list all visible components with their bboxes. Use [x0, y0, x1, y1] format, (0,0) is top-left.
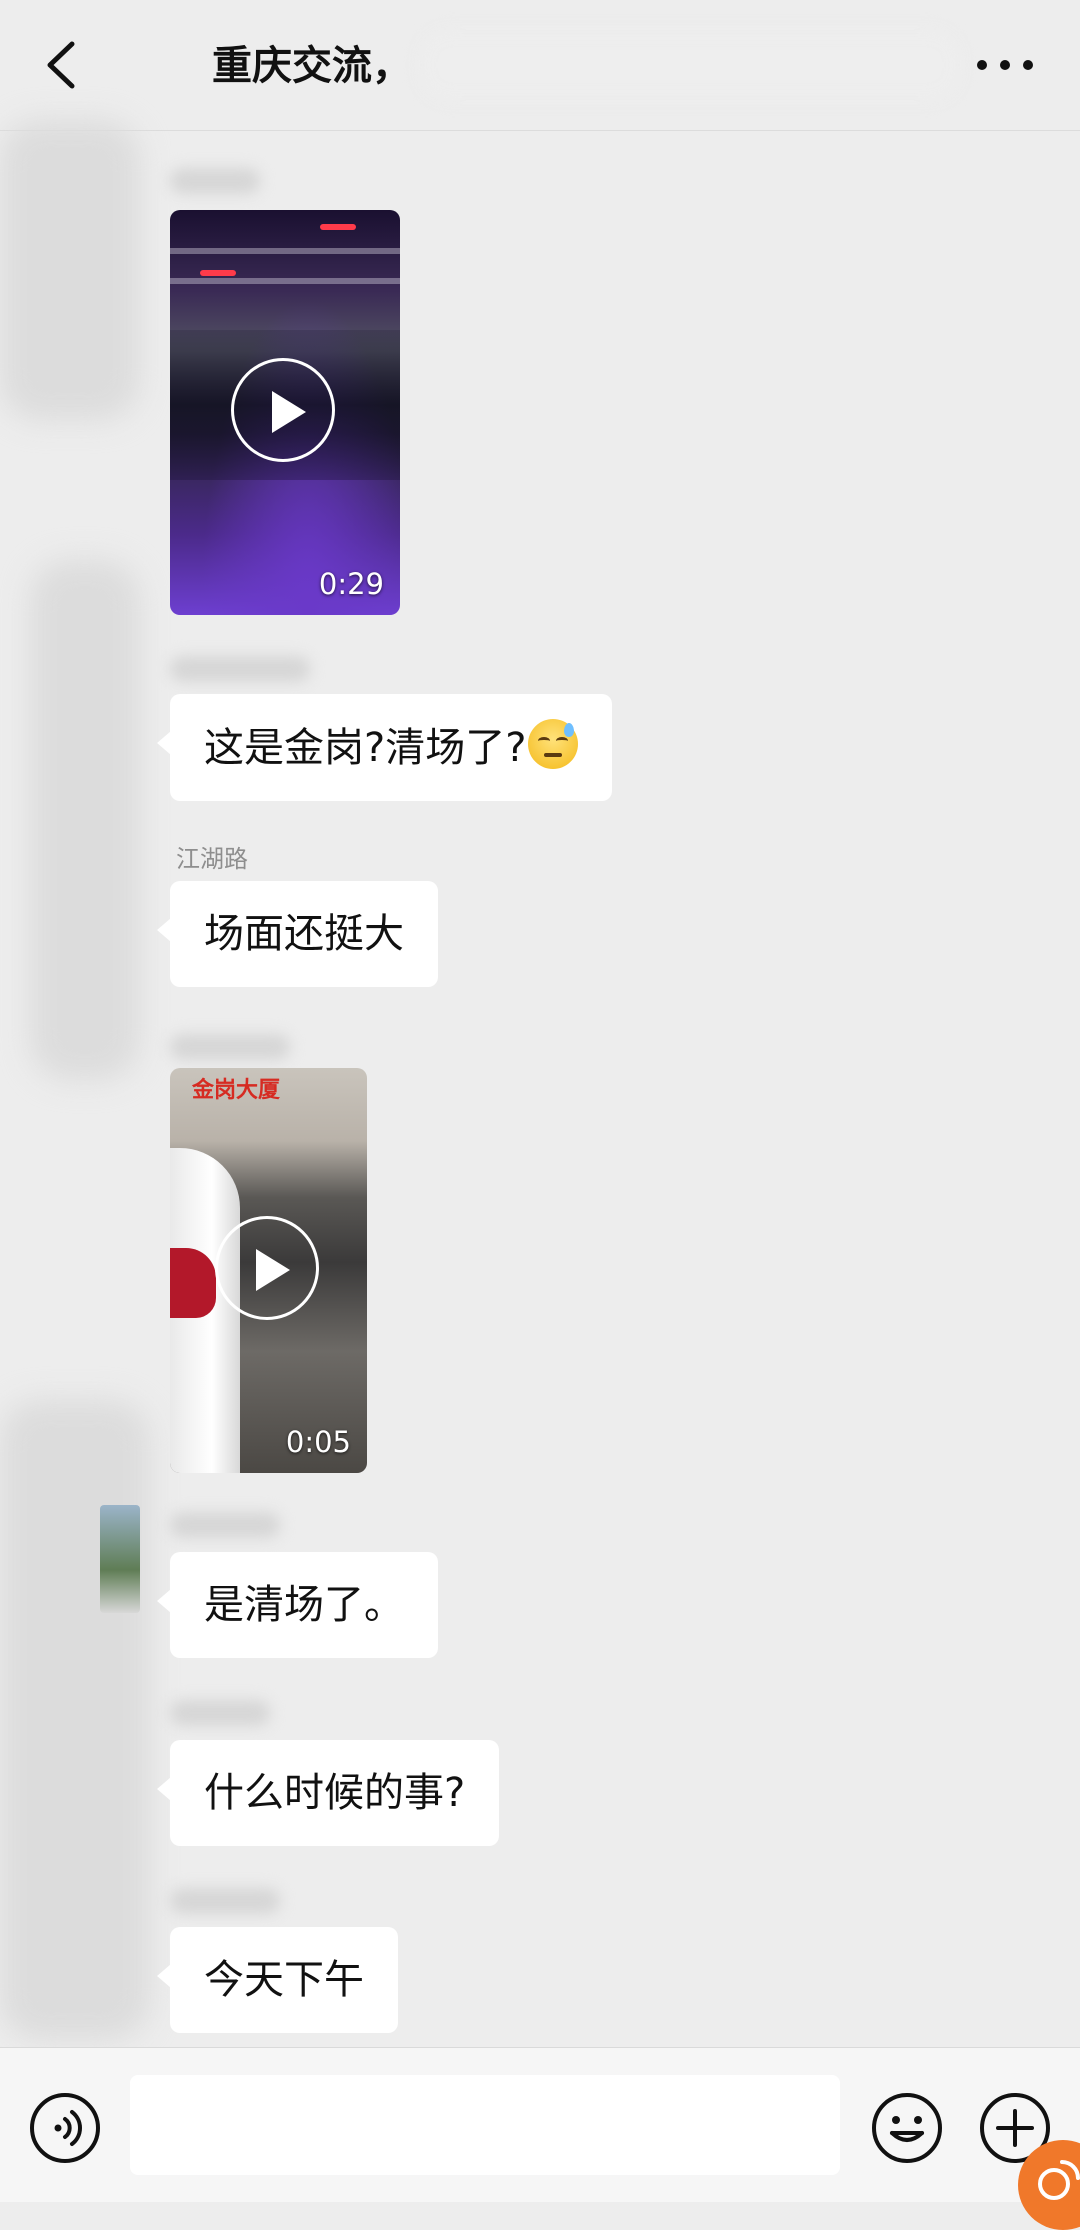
message-bubble[interactable]: 什么时候的事?: [156, 1740, 500, 1846]
avatar-redaction: [30, 560, 140, 1080]
chat-header: 重庆交流，: [0, 0, 1080, 131]
message-bubble[interactable]: 场面还挺大: [157, 881, 438, 987]
message-text: 什么时候的事?: [204, 1770, 466, 1816]
message-text: 是清场了。: [204, 1582, 404, 1628]
avatar[interactable]: [100, 1505, 140, 1613]
sender-name-redaction: [170, 656, 310, 682]
message-input[interactable]: [130, 2075, 840, 2175]
title-redaction: [420, 30, 960, 100]
avatar-redaction: [0, 120, 140, 420]
sender-name-redaction: [170, 1034, 290, 1060]
play-icon[interactable]: [231, 358, 335, 462]
back-chevron-icon[interactable]: [30, 30, 100, 100]
input-bar: [0, 2047, 1080, 2202]
sweat-smile-emoji-icon: [528, 719, 579, 769]
avatar-redaction: [0, 1400, 150, 2040]
message-bubble[interactable]: 这是金岗?清场了?: [156, 694, 613, 801]
message-text: 这是金岗?清场了?: [204, 725, 527, 771]
video-duration: 0:29: [318, 567, 384, 601]
emoji-face-icon[interactable]: [870, 2091, 944, 2165]
message-text: 场面还挺大: [204, 911, 404, 957]
sender-name-redaction: [170, 1512, 280, 1538]
play-icon[interactable]: [215, 1216, 319, 1320]
chat-title: 重庆交流，: [212, 43, 412, 89]
sender-name-redaction: [170, 168, 260, 194]
sender-name: 江湖路: [176, 845, 248, 873]
message-text: 今天下午: [204, 1957, 364, 2003]
sender-name-redaction: [170, 1888, 280, 1914]
video-duration: 0:05: [285, 1425, 351, 1459]
voice-icon[interactable]: [28, 2091, 102, 2165]
message-bubble[interactable]: 今天下午: [157, 1927, 398, 2033]
message-bubble[interactable]: 是清场了。: [157, 1552, 438, 1658]
video-message[interactable]: 0:29: [170, 210, 400, 615]
sender-name-redaction: [170, 1700, 270, 1726]
more-options-icon[interactable]: [970, 45, 1040, 85]
video-message[interactable]: 金岗大厦 0:05: [170, 1068, 367, 1473]
video-sign-text: 金岗大厦: [192, 1078, 281, 1103]
